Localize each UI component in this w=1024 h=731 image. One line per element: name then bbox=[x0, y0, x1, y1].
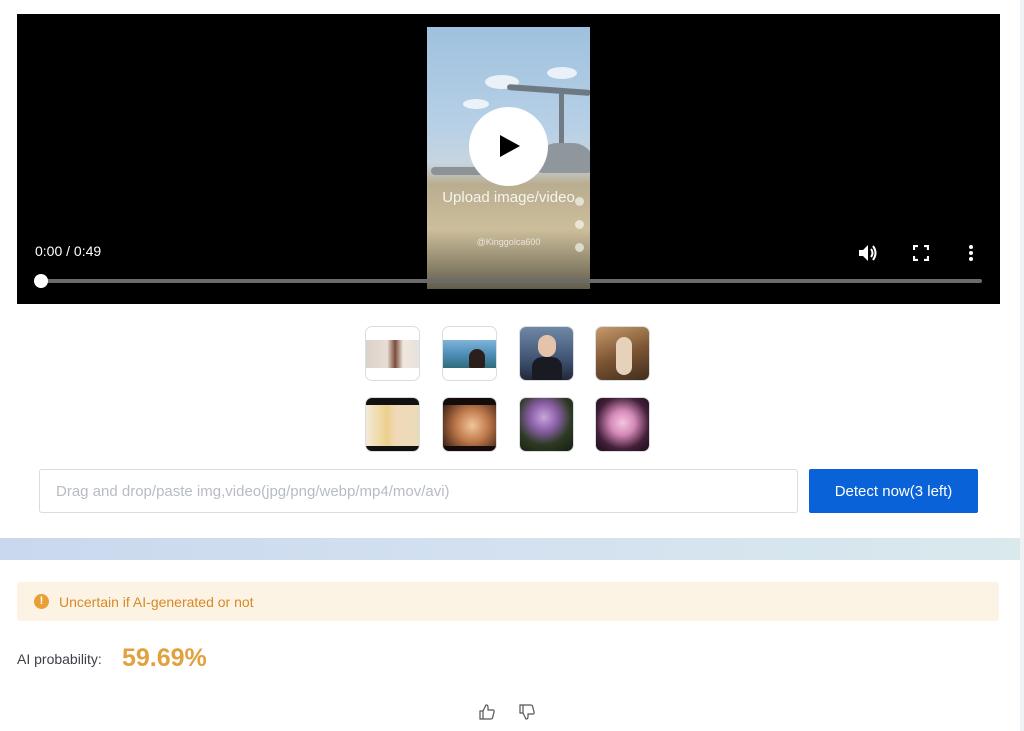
thumbnail-sample-blonde-woman[interactable] bbox=[365, 397, 420, 452]
thumbnail-sample-man-portrait[interactable] bbox=[519, 326, 574, 381]
detector-panel: Upload image/video @Kinggolca600 0:00 / … bbox=[0, 0, 1020, 538]
video-watermark: @Kinggolca600 bbox=[476, 237, 541, 247]
exclamation-icon: ! bbox=[34, 594, 49, 609]
bookmark-icon bbox=[575, 243, 584, 252]
progress-thumb[interactable] bbox=[34, 274, 48, 288]
alert-text: Uncertain if AI-generated or not bbox=[59, 594, 254, 610]
thumbs-up-icon[interactable] bbox=[479, 704, 495, 725]
thumbnail-sample-woman-glow[interactable] bbox=[442, 397, 497, 452]
plane-shape bbox=[506, 84, 590, 96]
play-icon bbox=[500, 135, 520, 157]
fullscreen-icon[interactable] bbox=[912, 244, 930, 266]
volume-icon[interactable] bbox=[858, 244, 878, 267]
cloud-shape bbox=[463, 99, 489, 109]
thumbs-down-icon[interactable] bbox=[519, 704, 535, 725]
more-options-icon[interactable] bbox=[968, 244, 974, 267]
upload-input[interactable] bbox=[39, 469, 798, 513]
sample-thumbnails bbox=[365, 326, 651, 452]
probability-label: AI probability: bbox=[17, 651, 102, 667]
video-player[interactable]: Upload image/video @Kinggolca600 0:00 / … bbox=[17, 14, 1000, 304]
section-divider bbox=[0, 538, 1024, 560]
detect-now-button[interactable]: Detect now(3 left) bbox=[809, 469, 978, 513]
heart-icon bbox=[575, 197, 584, 206]
plane-shape bbox=[559, 91, 564, 149]
progress-bar[interactable] bbox=[41, 279, 982, 283]
thumbnail-sample-pink-flowers[interactable] bbox=[595, 397, 650, 452]
thumbnail-sample-purple-flowers[interactable] bbox=[519, 397, 574, 452]
video-overlay-text: Upload image/video bbox=[442, 189, 575, 206]
time-display: 0:00 / 0:49 bbox=[35, 243, 102, 259]
result-alert: ! Uncertain if AI-generated or not bbox=[17, 582, 999, 621]
cloud-shape bbox=[547, 67, 577, 79]
scroll-edge bbox=[1020, 0, 1024, 731]
thumbnail-sample-portrait-woman[interactable] bbox=[365, 326, 420, 381]
thumbnail-sample-woman-seated[interactable] bbox=[595, 326, 650, 381]
probability-value: 59.69% bbox=[122, 644, 207, 672]
play-button[interactable] bbox=[469, 107, 548, 186]
comment-icon bbox=[575, 220, 584, 229]
thumbnail-sample-woman-lake[interactable] bbox=[442, 326, 497, 381]
